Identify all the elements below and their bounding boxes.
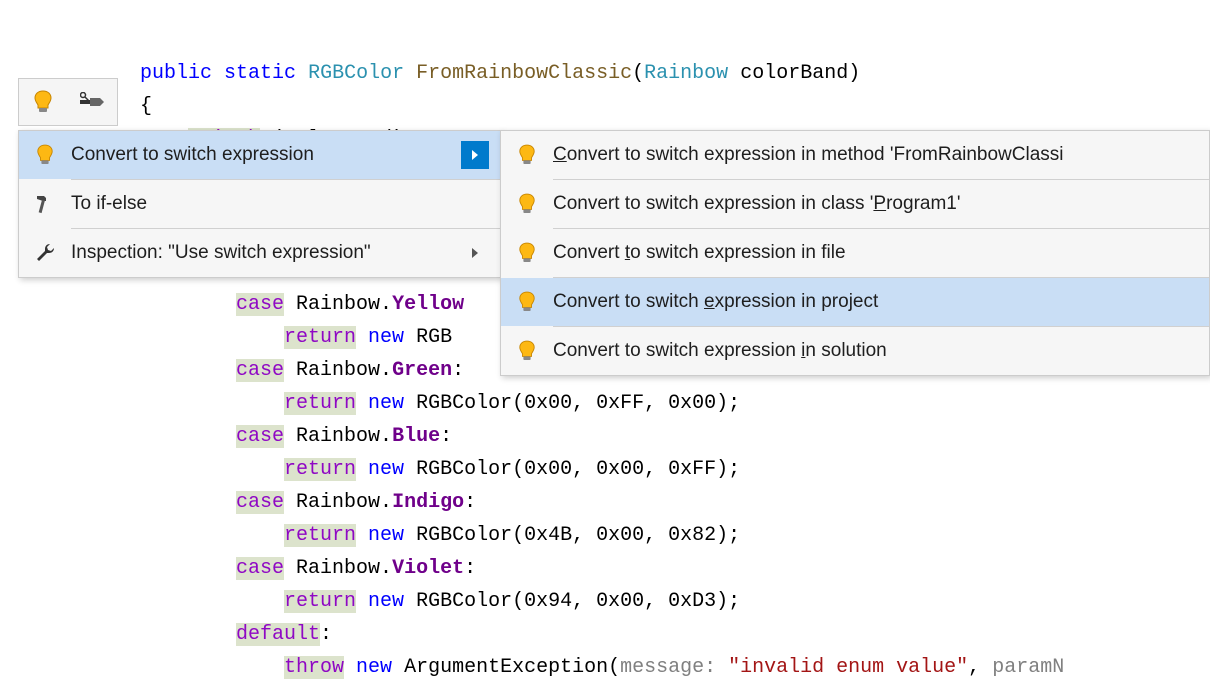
exception-call: ArgumentException( [404, 656, 620, 679]
keyword-new: new [356, 524, 416, 547]
keyword-default: default [236, 623, 320, 646]
submenu-item-in-project[interactable]: Convert to switch expression in project [501, 278, 1209, 326]
keyword-case: case [236, 359, 284, 382]
menu-item-to-if-else[interactable]: To if-else [19, 180, 501, 228]
submenu-label: Convert to switch expression in project [543, 291, 1197, 313]
submenu-label: Convert to switch expression in class 'P… [543, 193, 1197, 215]
keyword-new: new [344, 656, 404, 679]
keyword-return: return [284, 524, 356, 547]
param-type: Rainbow [644, 62, 728, 85]
enum-violet: Violet [392, 557, 464, 580]
keyword-case: case [236, 557, 284, 580]
bulb-icon [511, 340, 543, 362]
enum-ref: Rainbow. [284, 359, 392, 382]
enum-yellow: Yellow [392, 293, 464, 316]
submenu-arrow-icon [461, 141, 489, 169]
method-name: FromRainbowClassic [416, 62, 632, 85]
brace: { [140, 95, 152, 118]
menu-label: Inspection: "Use switch expression" [61, 242, 461, 264]
screwdriver-icon [80, 92, 104, 112]
submenu-item-in-class[interactable]: Convert to switch expression in class 'P… [501, 180, 1209, 228]
menu-item-convert-switch-expression[interactable]: Convert to switch expression [19, 131, 501, 179]
enum-ref: Rainbow. [284, 293, 392, 316]
submenu-item-in-solution[interactable]: Convert to switch expression in solution [501, 327, 1209, 375]
submenu-arrow-icon [461, 239, 489, 267]
keyword-return: return [284, 392, 356, 415]
keyword-new: new [356, 590, 416, 613]
type-rgbcolor: RGBColor [308, 62, 404, 85]
keyword-case: case [236, 491, 284, 514]
quick-actions-indicator[interactable] [18, 78, 118, 126]
keyword-new: new [356, 458, 416, 481]
keyword-public: public [140, 62, 212, 85]
menu-label: Convert to switch expression [61, 144, 461, 166]
ctor-call: RGBColor(0x94, 0x00, 0xD3); [416, 590, 740, 613]
bulb-icon [33, 90, 53, 114]
ctor-call: RGB [416, 326, 452, 349]
ctor-call: RGBColor(0x00, 0xFF, 0x00); [416, 392, 740, 415]
keyword-return: return [284, 326, 356, 349]
wrench-icon [29, 242, 61, 264]
keyword-new: new [356, 392, 416, 415]
keyword-new: new [356, 326, 416, 349]
enum-ref: Rainbow. [284, 491, 392, 514]
bulb-icon [29, 144, 61, 166]
colon: : [452, 359, 464, 382]
bulb-icon [511, 193, 543, 215]
param-name: colorBand [740, 62, 848, 85]
paren: ) [848, 62, 860, 85]
bulb-icon [511, 144, 543, 166]
colon: : [464, 491, 476, 514]
enum-ref: Rainbow. [284, 425, 392, 448]
submenu-item-in-file[interactable]: Convert to switch expression in file [501, 229, 1209, 277]
comma: , [968, 656, 992, 679]
keyword-case: case [236, 293, 284, 316]
named-param: paramN [992, 656, 1064, 679]
ctor-call: RGBColor(0x4B, 0x00, 0x82); [416, 524, 740, 547]
keyword-throw: throw [284, 656, 344, 679]
string-literal: "invalid enum value" [716, 656, 968, 679]
quick-actions-menu: Convert to switch expression To if-else … [18, 130, 502, 278]
enum-green: Green [392, 359, 452, 382]
submenu-item-in-method[interactable]: Convert to switch expression in method '… [501, 131, 1209, 179]
hammer-icon [29, 193, 61, 215]
enum-indigo: Indigo [392, 491, 464, 514]
keyword-return: return [284, 590, 356, 613]
keyword-return: return [284, 458, 356, 481]
colon: : [464, 557, 476, 580]
submenu-label: Convert to switch expression in file [543, 242, 1197, 264]
bulb-icon [511, 291, 543, 313]
submenu-label: Convert to switch expression in method '… [543, 144, 1197, 166]
menu-item-inspection[interactable]: Inspection: "Use switch expression" [19, 229, 501, 277]
ctor-call: RGBColor(0x00, 0x00, 0xFF); [416, 458, 740, 481]
colon: : [320, 623, 332, 646]
keyword-static: static [224, 62, 296, 85]
quick-actions-submenu: Convert to switch expression in method '… [500, 130, 1210, 376]
enum-ref: Rainbow. [284, 557, 392, 580]
bulb-icon [511, 242, 543, 264]
submenu-label: Convert to switch expression in solution [543, 340, 1197, 362]
named-param: message: [620, 656, 716, 679]
paren: ( [632, 62, 644, 85]
colon: : [440, 425, 452, 448]
keyword-case: case [236, 425, 284, 448]
enum-blue: Blue [392, 425, 440, 448]
menu-label: To if-else [61, 193, 489, 215]
